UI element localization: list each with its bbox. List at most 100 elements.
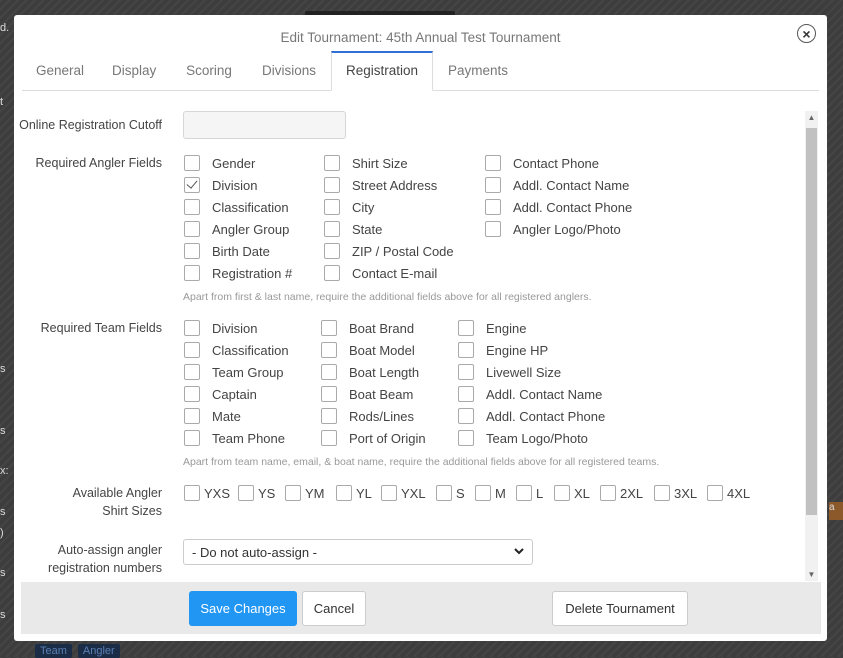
- checkbox-shirt-ys[interactable]: YS: [238, 484, 275, 502]
- checkbox-box[interactable]: [458, 342, 474, 358]
- checkbox-team-addl-contact-phone[interactable]: Addl. Contact Phone: [458, 407, 605, 425]
- checkbox-angler-logo-photo[interactable]: Angler Logo/Photo: [485, 220, 621, 238]
- checkbox-box[interactable]: [238, 485, 254, 501]
- checkbox-shirt-yl[interactable]: YL: [336, 484, 372, 502]
- checkbox-box[interactable]: [485, 155, 501, 171]
- checkbox-shirt-4xl[interactable]: 4XL: [707, 484, 750, 502]
- checkbox-angler-gender[interactable]: Gender: [184, 154, 255, 172]
- checkbox-box[interactable]: [436, 485, 452, 501]
- cutoff-input[interactable]: [183, 111, 346, 139]
- checkbox-team-engine-hp[interactable]: Engine HP: [458, 341, 548, 359]
- checkbox-box[interactable]: [324, 177, 340, 193]
- checkbox-box[interactable]: [381, 485, 397, 501]
- checkbox-box[interactable]: [458, 430, 474, 446]
- checkbox-angler-contact-phone[interactable]: Contact Phone: [485, 154, 599, 172]
- tab-registration[interactable]: Registration: [331, 51, 433, 91]
- checkbox-box[interactable]: [321, 408, 337, 424]
- tab-payments[interactable]: Payments: [448, 51, 508, 90]
- checkbox-team-addl-contact-name[interactable]: Addl. Contact Name: [458, 385, 602, 403]
- tab-general[interactable]: General: [36, 51, 84, 90]
- checkbox-shirt-yxs[interactable]: YXS: [184, 484, 230, 502]
- checkbox-box[interactable]: [600, 485, 616, 501]
- checkbox-team-engine[interactable]: Engine: [458, 319, 526, 337]
- checkbox-team-livewell-size[interactable]: Livewell Size: [458, 363, 561, 381]
- checkbox-box[interactable]: [516, 485, 532, 501]
- checkbox-box[interactable]: [321, 364, 337, 380]
- checkbox-angler-city[interactable]: City: [324, 198, 374, 216]
- checkbox-box[interactable]: [324, 155, 340, 171]
- checkbox-box[interactable]: [184, 485, 200, 501]
- checkbox-box[interactable]: [485, 199, 501, 215]
- auto-assign-select[interactable]: - Do not auto-assign -: [183, 539, 533, 565]
- checkbox-box[interactable]: [475, 485, 491, 501]
- checkbox-angler-addl-contact-name[interactable]: Addl. Contact Name: [485, 176, 629, 194]
- checkbox-team-group[interactable]: Team Group: [184, 363, 284, 381]
- checkbox-box[interactable]: [458, 364, 474, 380]
- checkbox-team-mate[interactable]: Mate: [184, 407, 241, 425]
- delete-tournament-button[interactable]: Delete Tournament: [552, 591, 688, 626]
- checkbox-box[interactable]: [184, 342, 200, 358]
- checkbox-box[interactable]: [458, 408, 474, 424]
- checkbox-shirt-xl[interactable]: XL: [554, 484, 590, 502]
- checkbox-box[interactable]: [324, 243, 340, 259]
- scroll-down-arrow-icon[interactable]: ▼: [805, 570, 818, 579]
- checkbox-box[interactable]: [184, 408, 200, 424]
- checkbox-angler-zip[interactable]: ZIP / Postal Code: [324, 242, 454, 260]
- checkbox-team-logo-photo[interactable]: Team Logo/Photo: [458, 429, 588, 447]
- checkbox-box[interactable]: [184, 386, 200, 402]
- checkbox-angler-group[interactable]: Angler Group: [184, 220, 289, 238]
- checkbox-team-rods-lines[interactable]: Rods/Lines: [321, 407, 414, 425]
- checkbox-angler-shirt-size[interactable]: Shirt Size: [324, 154, 408, 172]
- checkbox-box[interactable]: [458, 320, 474, 336]
- checkbox-box[interactable]: [336, 485, 352, 501]
- checkbox-box[interactable]: [184, 199, 200, 215]
- checkbox-angler-addl-contact-phone[interactable]: Addl. Contact Phone: [485, 198, 632, 216]
- checkbox-angler-contact-email[interactable]: Contact E-mail: [324, 264, 437, 282]
- tab-display[interactable]: Display: [112, 51, 156, 90]
- checkbox-team-phone[interactable]: Team Phone: [184, 429, 285, 447]
- checkbox-team-division[interactable]: Division: [184, 319, 258, 337]
- vertical-scrollbar[interactable]: ▲ ▼: [805, 111, 818, 581]
- checkbox-shirt-ym[interactable]: YM: [285, 484, 325, 502]
- checkbox-box[interactable]: [184, 221, 200, 237]
- checkbox-box[interactable]: [184, 430, 200, 446]
- checkbox-box[interactable]: [324, 265, 340, 281]
- save-changes-button[interactable]: Save Changes: [189, 591, 297, 626]
- checkbox-box[interactable]: [321, 320, 337, 336]
- cancel-button[interactable]: Cancel: [302, 591, 366, 626]
- checkbox-box[interactable]: [184, 243, 200, 259]
- checkbox-angler-street-address[interactable]: Street Address: [324, 176, 437, 194]
- checkbox-shirt-yxl[interactable]: YXL: [381, 484, 426, 502]
- checkbox-box[interactable]: [554, 485, 570, 501]
- close-icon[interactable]: ×: [797, 24, 816, 43]
- checkbox-team-boat-beam[interactable]: Boat Beam: [321, 385, 413, 403]
- checkbox-team-port-of-origin[interactable]: Port of Origin: [321, 429, 426, 447]
- scroll-up-arrow-icon[interactable]: ▲: [805, 113, 818, 122]
- scrollbar-thumb[interactable]: [806, 128, 817, 515]
- checkbox-angler-division[interactable]: Division: [184, 176, 258, 194]
- checkbox-box-checked[interactable]: [184, 177, 200, 193]
- tab-divisions[interactable]: Divisions: [262, 51, 316, 90]
- tab-scoring[interactable]: Scoring: [186, 51, 232, 90]
- checkbox-shirt-3xl[interactable]: 3XL: [654, 484, 697, 502]
- checkbox-team-classification[interactable]: Classification: [184, 341, 289, 359]
- checkbox-shirt-s[interactable]: S: [436, 484, 465, 502]
- checkbox-angler-classification[interactable]: Classification: [184, 198, 289, 216]
- checkbox-shirt-l[interactable]: L: [516, 484, 543, 502]
- checkbox-box[interactable]: [485, 221, 501, 237]
- checkbox-team-boat-model[interactable]: Boat Model: [321, 341, 415, 359]
- checkbox-box[interactable]: [321, 342, 337, 358]
- checkbox-box[interactable]: [184, 265, 200, 281]
- checkbox-box[interactable]: [324, 221, 340, 237]
- checkbox-team-boat-brand[interactable]: Boat Brand: [321, 319, 414, 337]
- checkbox-team-captain[interactable]: Captain: [184, 385, 257, 403]
- checkbox-box[interactable]: [458, 386, 474, 402]
- checkbox-box[interactable]: [184, 155, 200, 171]
- checkbox-box[interactable]: [184, 364, 200, 380]
- checkbox-box[interactable]: [707, 485, 723, 501]
- checkbox-shirt-2xl[interactable]: 2XL: [600, 484, 643, 502]
- checkbox-box[interactable]: [654, 485, 670, 501]
- checkbox-box[interactable]: [324, 199, 340, 215]
- checkbox-angler-state[interactable]: State: [324, 220, 382, 238]
- checkbox-team-boat-length[interactable]: Boat Length: [321, 363, 419, 381]
